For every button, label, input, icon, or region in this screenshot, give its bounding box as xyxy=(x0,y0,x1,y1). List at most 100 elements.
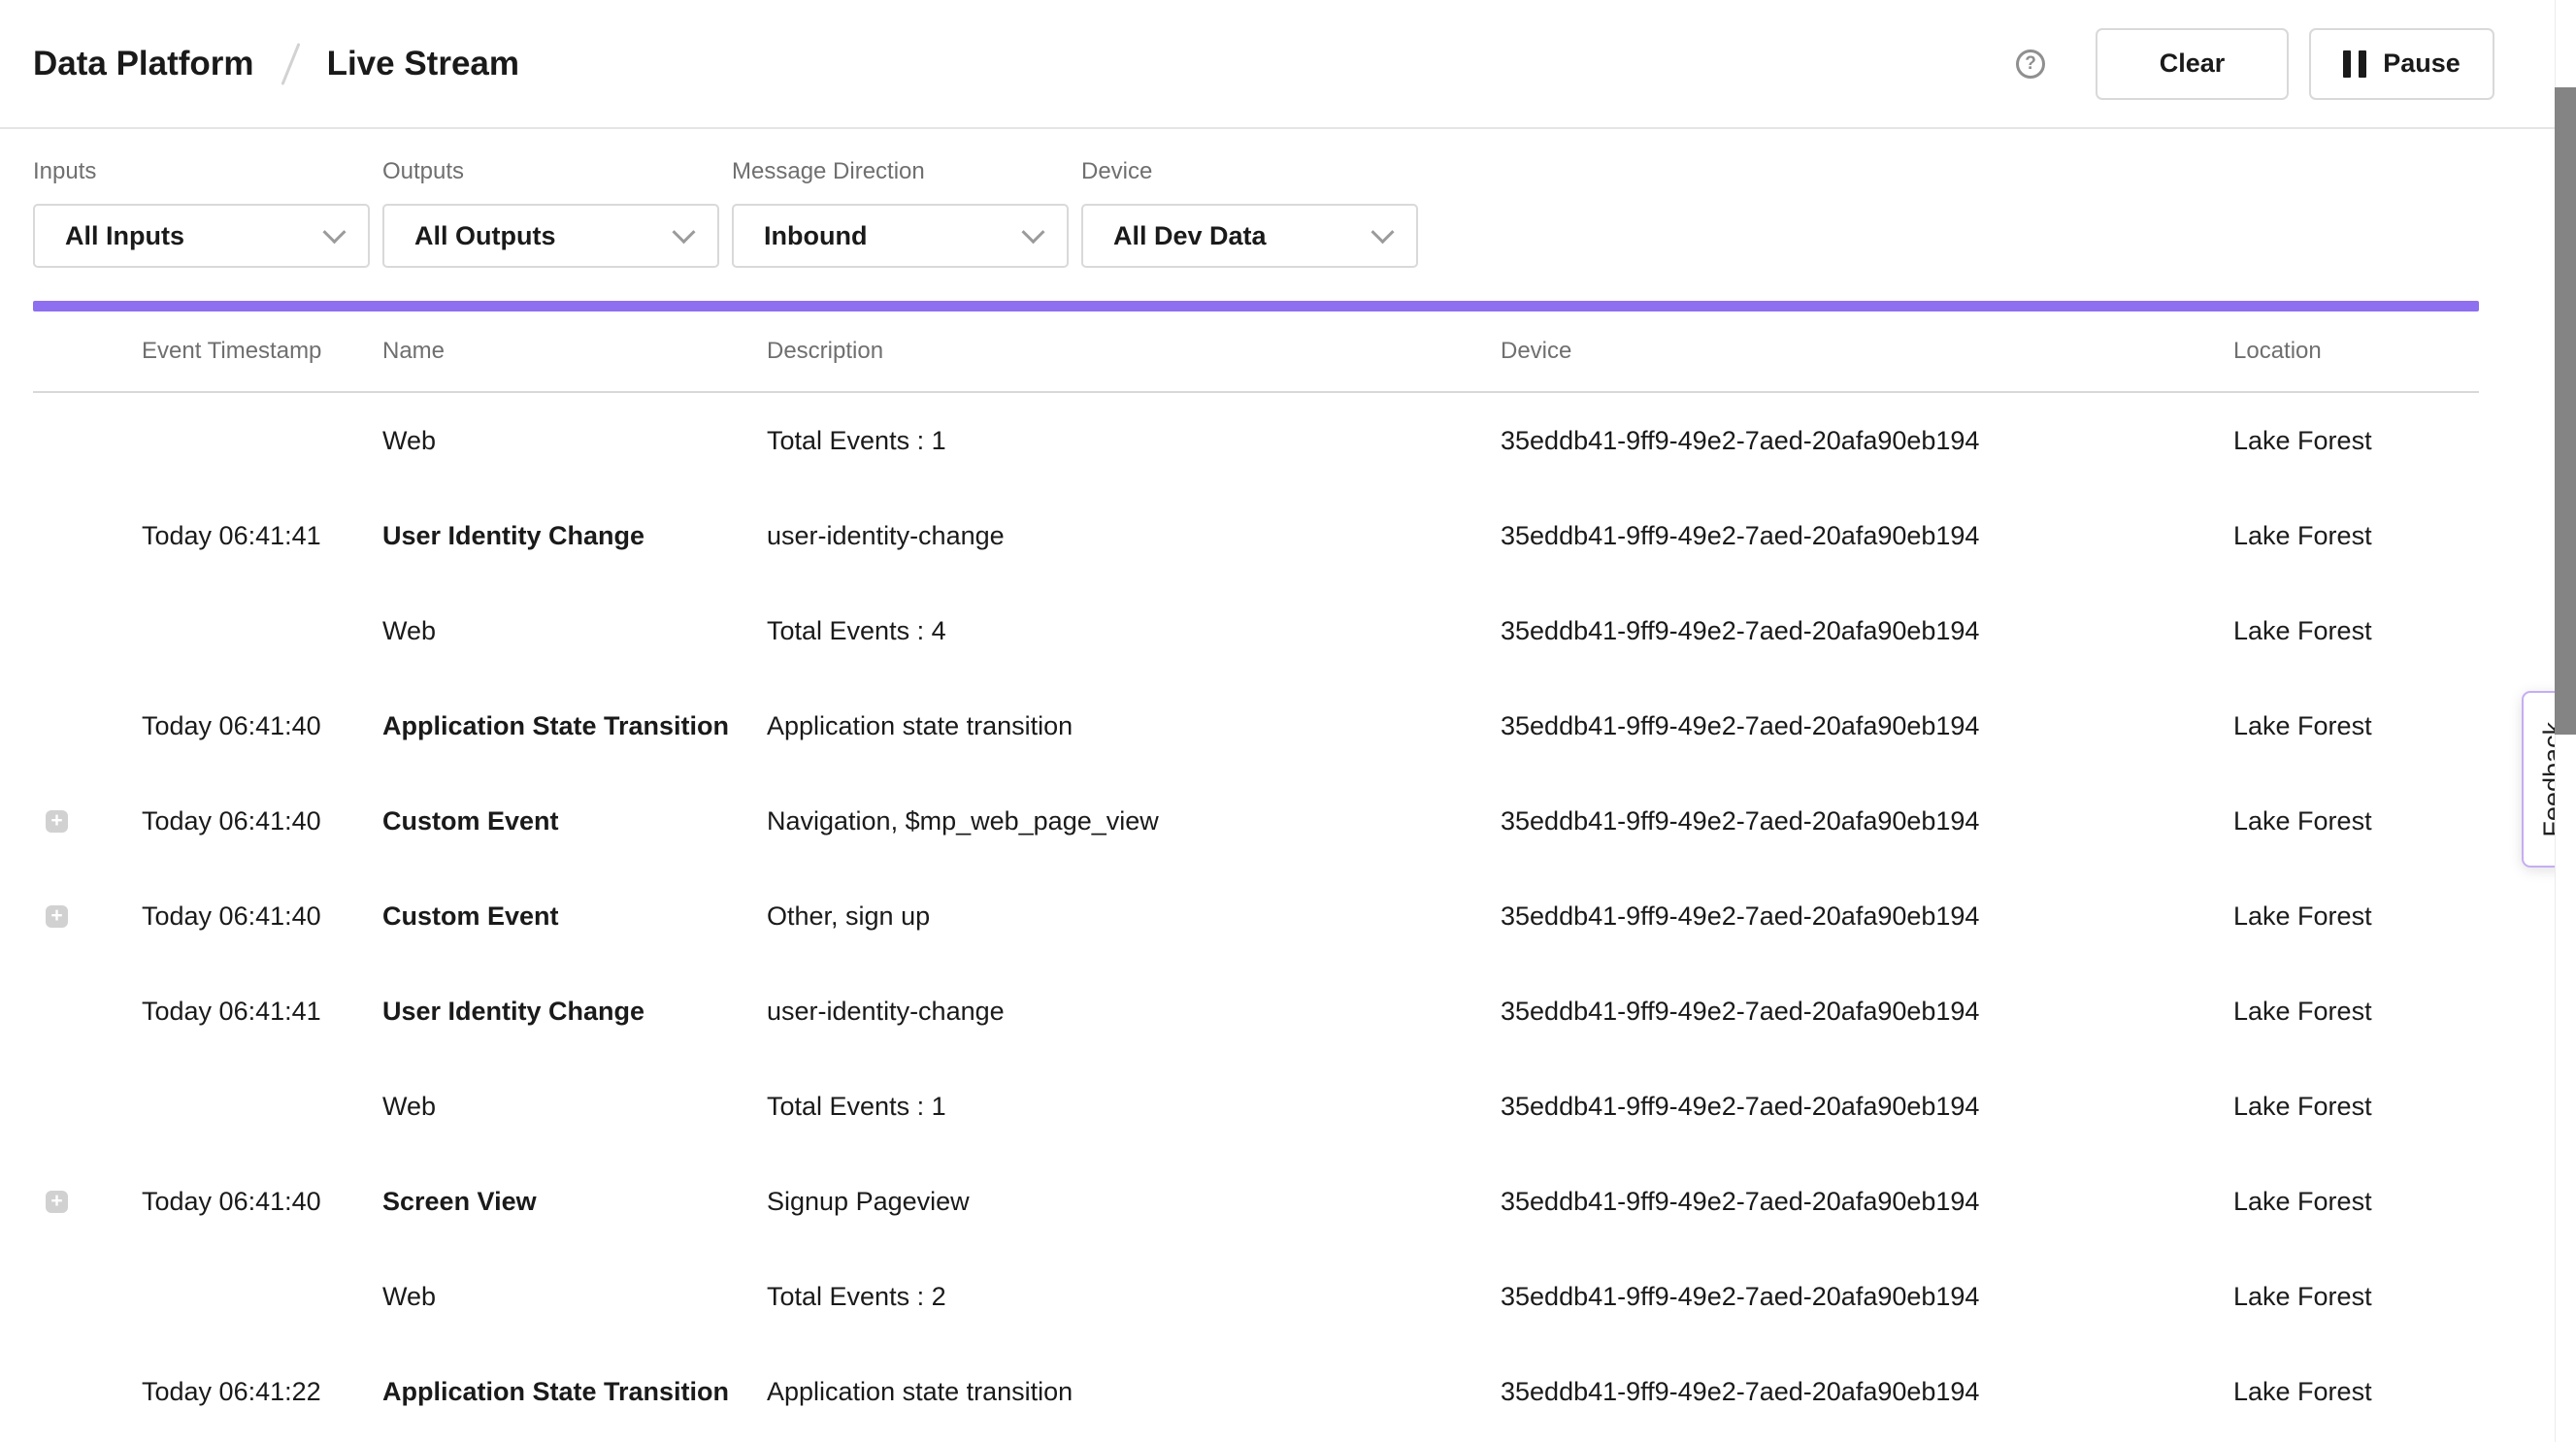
row-device: 35eddb41-9ff9-49e2-7aed-20afa90eb194 xyxy=(1501,520,2233,551)
inputs-select[interactable]: All Inputs xyxy=(33,204,370,268)
row-location: Lake Forest xyxy=(2233,1281,2479,1312)
row-device: 35eddb41-9ff9-49e2-7aed-20afa90eb194 xyxy=(1501,805,2233,836)
row-timestamp: Today 06:41:40 xyxy=(142,901,382,932)
row-name: Screen View xyxy=(382,1186,767,1217)
pause-button[interactable]: Pause xyxy=(2309,28,2494,100)
app-header: Data Platform Live Stream ? Clear Pause xyxy=(0,0,2576,129)
row-description: Other, sign up xyxy=(767,901,1501,932)
row-location: Lake Forest xyxy=(2233,520,2479,551)
column-description: Description xyxy=(767,338,1501,365)
table-row[interactable]: + Today 06:41:41 User Identity Change us… xyxy=(33,488,2479,583)
row-description: Signup Pageview xyxy=(767,1186,1501,1217)
row-expand-cell: + xyxy=(33,1000,142,1023)
row-description: Total Events : 1 xyxy=(767,1091,1501,1122)
row-location: Lake Forest xyxy=(2233,901,2479,932)
row-location: Lake Forest xyxy=(2233,1091,2479,1122)
pause-button-label: Pause xyxy=(2383,49,2460,79)
row-location: Lake Forest xyxy=(2233,996,2479,1027)
row-location: Lake Forest xyxy=(2233,1186,2479,1217)
table-row[interactable]: + Web Total Events : 1 35eddb41-9ff9-49e… xyxy=(33,393,2479,488)
filter-outputs: Outputs All Outputs xyxy=(382,158,719,268)
expand-plus-icon[interactable]: + xyxy=(46,810,68,833)
row-device: 35eddb41-9ff9-49e2-7aed-20afa90eb194 xyxy=(1501,1376,2233,1407)
column-event-timestamp: Event Timestamp xyxy=(142,338,382,365)
table-header-row: Event Timestamp Name Description Device … xyxy=(33,311,2479,393)
outputs-select-value: All Outputs xyxy=(414,221,555,251)
inputs-select-value: All Inputs xyxy=(65,221,184,251)
outputs-select[interactable]: All Outputs xyxy=(382,204,719,268)
row-device: 35eddb41-9ff9-49e2-7aed-20afa90eb194 xyxy=(1501,901,2233,932)
chevron-down-icon xyxy=(322,220,346,244)
table-row[interactable]: + Web Total Events : 1 35eddb41-9ff9-49e… xyxy=(33,1059,2479,1154)
filter-outputs-label: Outputs xyxy=(382,158,719,185)
table-row[interactable]: + Today 06:41:40 Screen View Signup Page… xyxy=(33,1154,2479,1249)
row-expand-cell: + xyxy=(33,715,142,737)
table-row[interactable]: + Today 06:41:40 Custom Event Navigation… xyxy=(33,773,2479,868)
row-timestamp: Today 06:41:41 xyxy=(142,520,382,551)
filter-message-direction: Message Direction Inbound xyxy=(732,158,1069,268)
row-name: Web xyxy=(382,425,767,456)
help-icon[interactable]: ? xyxy=(2016,49,2045,79)
row-device: 35eddb41-9ff9-49e2-7aed-20afa90eb194 xyxy=(1501,615,2233,646)
row-device: 35eddb41-9ff9-49e2-7aed-20afa90eb194 xyxy=(1501,996,2233,1027)
expand-plus-icon[interactable]: + xyxy=(46,1191,68,1213)
row-timestamp: Today 06:41:40 xyxy=(142,805,382,836)
row-description: Total Events : 1 xyxy=(767,425,1501,456)
header-actions: ? Clear Pause xyxy=(2016,28,2494,100)
row-timestamp: Today 06:41:41 xyxy=(142,996,382,1027)
row-name: Web xyxy=(382,1091,767,1122)
row-expand-cell: + xyxy=(33,430,142,452)
breadcrumb-section[interactable]: Data Platform xyxy=(33,45,254,83)
filter-message-direction-label: Message Direction xyxy=(732,158,1069,185)
row-description: Total Events : 2 xyxy=(767,1281,1501,1312)
table-row[interactable]: + Web Total Events : 2 35eddb41-9ff9-49e… xyxy=(33,1249,2479,1344)
breadcrumb: Data Platform Live Stream xyxy=(33,42,519,86)
row-location: Lake Forest xyxy=(2233,615,2479,646)
table-row[interactable]: + Today 06:41:41 User Identity Change us… xyxy=(33,964,2479,1059)
row-expand-cell: + xyxy=(33,525,142,547)
expand-plus-icon[interactable]: + xyxy=(46,905,68,928)
row-name: Application State Transition xyxy=(382,710,767,741)
row-location: Lake Forest xyxy=(2233,710,2479,741)
filter-device: Device All Dev Data xyxy=(1081,158,1418,268)
row-description: Application state transition xyxy=(767,1376,1501,1407)
row-name: Custom Event xyxy=(382,901,767,932)
row-expand-cell: + xyxy=(33,1286,142,1308)
row-timestamp: Today 06:41:40 xyxy=(142,1186,382,1217)
row-name: User Identity Change xyxy=(382,520,767,551)
row-description: user-identity-change xyxy=(767,996,1501,1027)
message-direction-select[interactable]: Inbound xyxy=(732,204,1069,268)
column-name: Name xyxy=(382,338,767,365)
row-description: Navigation, $mp_web_page_view xyxy=(767,805,1501,836)
row-expand-cell: + xyxy=(33,1381,142,1403)
chevron-down-icon xyxy=(1371,220,1394,244)
breadcrumb-page: Live Stream xyxy=(327,45,519,83)
row-description: user-identity-change xyxy=(767,520,1501,551)
clear-button[interactable]: Clear xyxy=(2096,28,2289,100)
vertical-scrollbar-thumb[interactable] xyxy=(2555,87,2576,735)
row-location: Lake Forest xyxy=(2233,805,2479,836)
table-row[interactable]: + Today 06:41:40 Application State Trans… xyxy=(33,678,2479,773)
filter-bar: Inputs All Inputs Outputs All Outputs Me… xyxy=(0,129,2576,268)
row-location: Lake Forest xyxy=(2233,425,2479,456)
row-timestamp: Today 06:41:40 xyxy=(142,710,382,741)
row-description: Total Events : 4 xyxy=(767,615,1501,646)
chevron-down-icon xyxy=(1021,220,1044,244)
table-row[interactable]: + Today 06:41:40 Custom Event Other, sig… xyxy=(33,868,2479,964)
row-expand-cell: + xyxy=(33,620,142,642)
row-expand-cell: + xyxy=(33,905,142,928)
device-select[interactable]: All Dev Data xyxy=(1081,204,1418,268)
row-device: 35eddb41-9ff9-49e2-7aed-20afa90eb194 xyxy=(1501,425,2233,456)
row-device: 35eddb41-9ff9-49e2-7aed-20afa90eb194 xyxy=(1501,1091,2233,1122)
row-description: Application state transition xyxy=(767,710,1501,741)
table-body: + Web Total Events : 1 35eddb41-9ff9-49e… xyxy=(33,393,2512,1439)
event-table: Event Timestamp Name Description Device … xyxy=(0,311,2512,1439)
table-row[interactable]: + Web Total Events : 4 35eddb41-9ff9-49e… xyxy=(33,583,2479,678)
row-device: 35eddb41-9ff9-49e2-7aed-20afa90eb194 xyxy=(1501,1281,2233,1312)
column-location: Location xyxy=(2233,338,2479,365)
row-expand-cell: + xyxy=(33,1096,142,1118)
row-name: Web xyxy=(382,615,767,646)
row-device: 35eddb41-9ff9-49e2-7aed-20afa90eb194 xyxy=(1501,1186,2233,1217)
table-row[interactable]: + Today 06:41:22 Application State Trans… xyxy=(33,1344,2479,1439)
filter-inputs-label: Inputs xyxy=(33,158,370,185)
